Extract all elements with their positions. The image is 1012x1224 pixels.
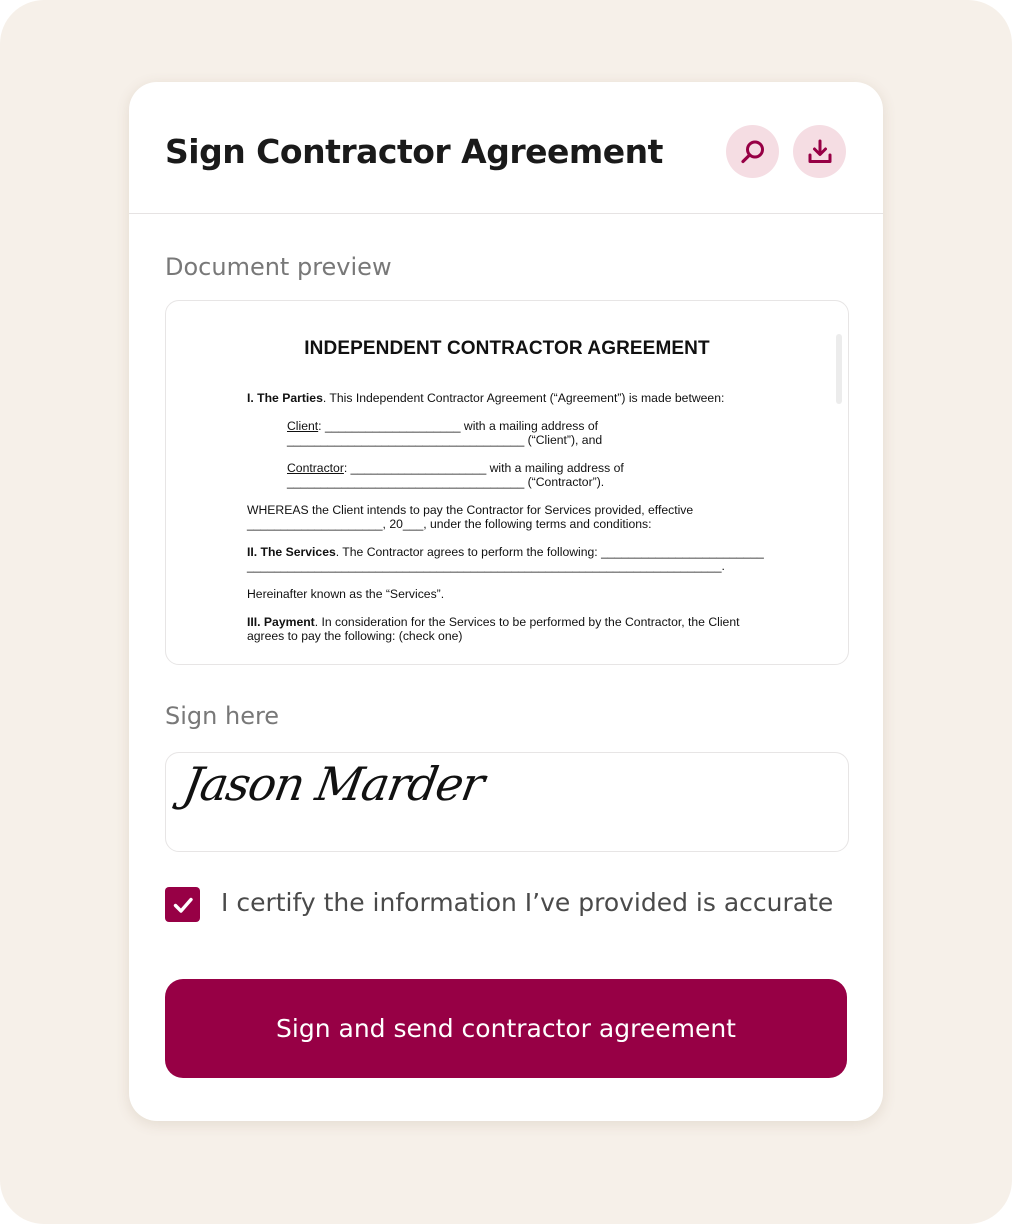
parties-heading: I. The Parties [247,391,323,405]
contractor-line: Contractor: ____________________ with a … [287,461,624,476]
certify-label: I certify the information I’ve provided … [221,888,834,917]
page-title: Sign Contractor Agreement [165,132,663,171]
whereas-line-1: WHEREAS the Client intends to pay the Co… [247,503,694,517]
services-paragraph: II. The Services. The Contractor agrees … [247,545,764,560]
document-preview-label: Document preview [165,253,392,281]
payment-paragraph: III. Payment. In consideration for the S… [247,615,740,630]
document-preview[interactable]: INDEPENDENT CONTRACTOR AGREEMENT I. The … [165,300,849,665]
client-label: Client [287,419,319,433]
sign-here-label: Sign here [165,702,280,730]
page-background: Sign Contractor Agreement Document previ… [0,0,1012,1224]
search-icon [740,140,764,163]
services-text: . The Contractor agrees to perform the f… [335,545,764,559]
certify-checkbox[interactable] [165,887,200,922]
client-line: Client: ____________________ with a mail… [287,419,598,434]
sign-and-send-label: Sign and send contractor agreement [276,1014,736,1043]
download-icon [808,139,831,163]
payment-heading: III. Payment [247,615,315,629]
hereinafter-line: Hereinafter known as the “Services”. [247,587,445,601]
client-line-2: ___________________________________ (“Cl… [287,433,603,447]
search-button[interactable] [726,125,779,178]
document-title: INDEPENDENT CONTRACTOR AGREEMENT [304,338,710,359]
header-divider [129,213,883,214]
services-heading: II. The Services [247,545,336,559]
sign-agreement-card: Sign Contractor Agreement Document previ… [129,82,883,1121]
whereas-line-2: ____________________, 20___, under the f… [247,517,652,531]
contractor-label: Contractor [287,461,344,475]
preview-scrollbar[interactable] [836,334,842,404]
signature-value: Jason Marder [179,757,488,811]
contractor-line1: : ____________________ with a mailing ad… [343,461,624,475]
payment-text: . In consideration for the Services to b… [314,615,740,629]
payment-line-2: agrees to pay the following: (check one) [247,629,463,643]
checkmark-icon [173,897,193,913]
contractor-line-2: ___________________________________ (“Co… [287,475,605,489]
parties-text: . This Independent Contractor Agreement … [322,391,725,405]
client-line1: : ____________________ with a mailing ad… [318,419,599,433]
signature-field[interactable]: Jason Marder [165,752,849,852]
parties-paragraph: I. The Parties. This Independent Contrac… [247,391,724,406]
sign-and-send-button[interactable]: Sign and send contractor agreement [165,979,847,1078]
download-button[interactable] [793,125,846,178]
services-line-2: ________________________________________… [247,559,725,573]
